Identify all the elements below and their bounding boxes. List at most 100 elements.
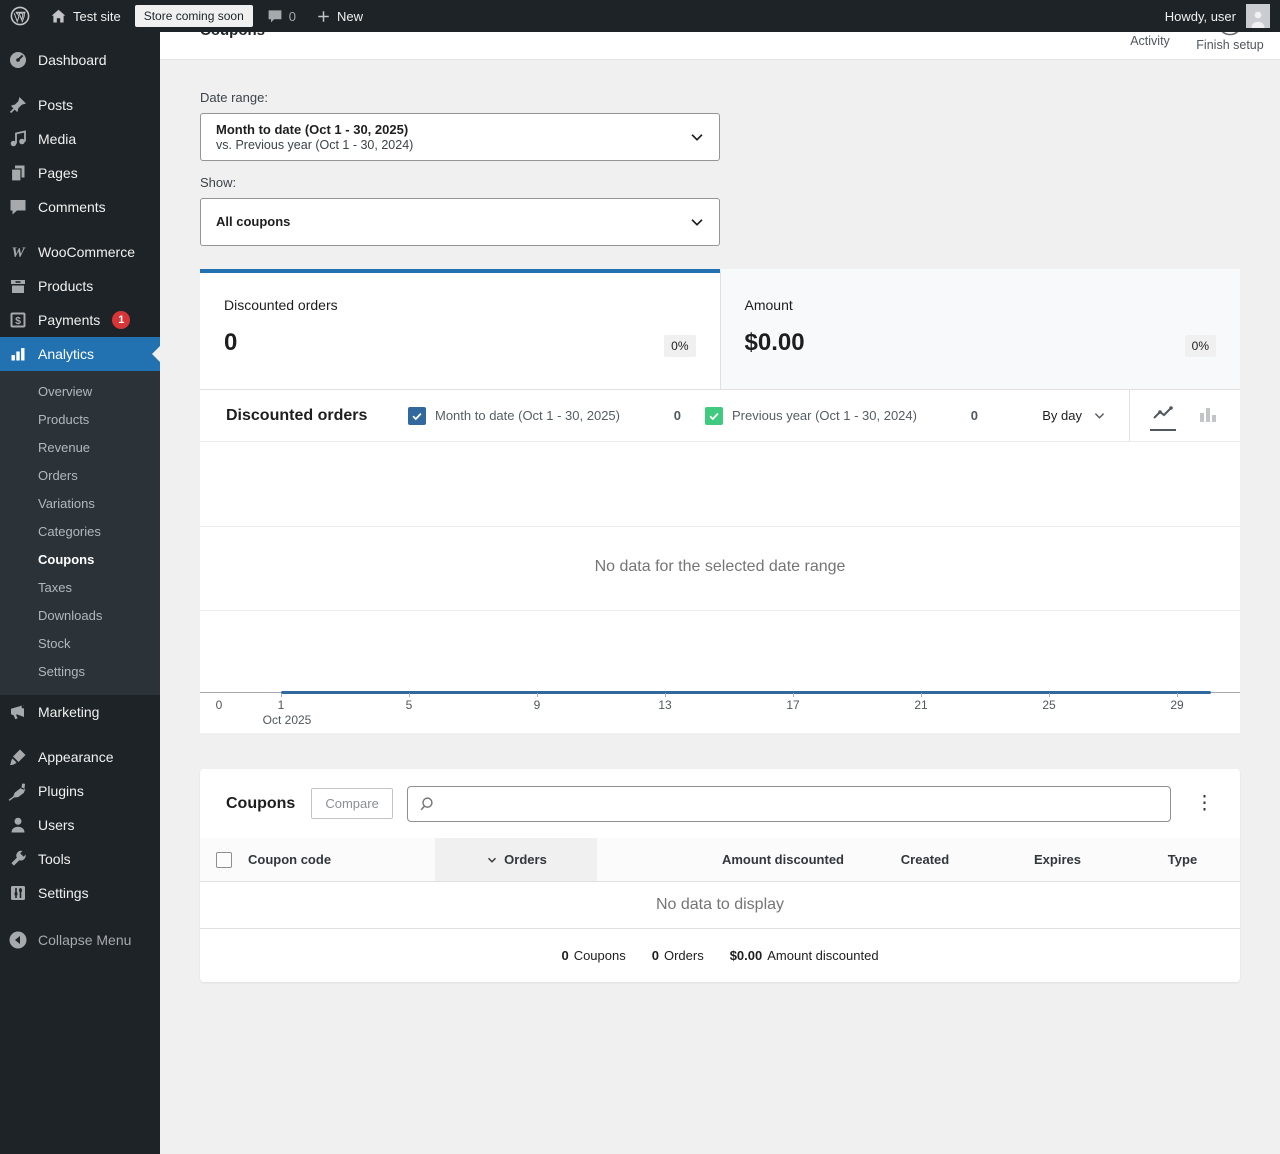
submenu-item-downloads[interactable]: Downloads [0, 602, 160, 630]
submenu-item-products[interactable]: Products [0, 406, 160, 434]
date-range-select[interactable]: Month to date (Oct 1 - 30, 2025) vs. Pre… [200, 113, 720, 161]
coupons-table-card: Coupons Compare ⋮ Coupon code Orders Amo… [200, 769, 1240, 982]
sidebar-item-posts[interactable]: Posts [0, 88, 160, 122]
comment-icon [268, 10, 282, 23]
sidebar-item-payments[interactable]: $ Payments 1 [0, 303, 160, 337]
submenu-item-variations[interactable]: Variations [0, 490, 160, 518]
sidebar-item-appearance[interactable]: Appearance [0, 740, 160, 774]
tile-amount[interactable]: Amount $0.00 0% [719, 269, 1240, 389]
sidebar-item-settings[interactable]: Settings [0, 876, 160, 910]
howdy-text: Howdy, user [1164, 8, 1236, 24]
svg-text:$: $ [15, 315, 21, 327]
line-chart-button[interactable] [1150, 401, 1176, 431]
x-tick: 29 [1170, 698, 1184, 712]
search-input[interactable] [441, 795, 1160, 812]
sidebar-item-products[interactable]: Products [0, 269, 160, 303]
table-summary: 0 Coupons 0 Orders $0.00 Amount discounted [200, 929, 1240, 982]
checkbox-checked-icon[interactable] [705, 406, 723, 425]
new-menu[interactable]: New [306, 0, 373, 32]
x-tick: 9 [533, 698, 541, 712]
select-all-checkbox[interactable] [216, 851, 232, 868]
summary-coupons: 0 Coupons [561, 948, 626, 963]
pages-icon [8, 163, 28, 183]
chart-legend: Month to date (Oct 1 - 30, 2025) 0 Previ… [408, 390, 1034, 441]
comments-menu[interactable]: 0 [257, 0, 306, 32]
submenu-item-coupons[interactable]: Coupons [0, 546, 160, 574]
submenu-item-settings[interactable]: Settings [0, 658, 160, 686]
chevron-down-icon [688, 128, 706, 146]
sidebar-item-analytics[interactable]: Analytics [0, 337, 160, 371]
pin-icon [8, 95, 28, 115]
chart-header: Discounted orders Month to date (Oct 1 -… [200, 389, 1240, 441]
bar-chart-button[interactable] [1196, 401, 1220, 431]
column-header-expires[interactable]: Expires [990, 838, 1125, 881]
dashboard-icon [8, 50, 28, 70]
column-header-type[interactable]: Type [1125, 838, 1240, 881]
column-header-created[interactable]: Created [860, 838, 990, 881]
chart-empty-message: No data for the selected date range [594, 558, 846, 575]
summary-tiles: Discounted orders 0 0% Amount $0.00 0% [200, 269, 1240, 389]
x-tick: 21 [914, 698, 928, 712]
site-name: Test site [73, 8, 121, 24]
x-tick: 17 [786, 698, 800, 712]
submenu-item-taxes[interactable]: Taxes [0, 574, 160, 602]
search-box[interactable] [406, 785, 1171, 822]
main-content: Coupons Activity Finish setup Date range… [160, 0, 1280, 982]
chevron-down-icon [688, 213, 706, 231]
column-header-coupon-code[interactable]: Coupon code [248, 838, 435, 881]
svg-text:W: W [11, 245, 26, 261]
sidebar-item-pages[interactable]: Pages [0, 156, 160, 190]
submenu-item-revenue[interactable]: Revenue [0, 434, 160, 462]
interval-select[interactable]: By day [1034, 390, 1129, 441]
sidebar-item-users[interactable]: Users [0, 808, 160, 842]
select-all-checkbox-cell [200, 838, 248, 881]
line-chart-icon [1153, 405, 1173, 419]
collapse-icon [8, 930, 28, 950]
submenu-item-overview[interactable]: Overview [0, 378, 160, 406]
show-select[interactable]: All coupons [200, 198, 720, 246]
sidebar-item-woocommerce[interactable]: W WooCommerce [0, 235, 160, 269]
submenu-item-categories[interactable]: Categories [0, 518, 160, 546]
report-filters: Date range: Month to date (Oct 1 - 30, 2… [160, 60, 1280, 246]
analytics-submenu: Overview Products Revenue Orders Variati… [0, 371, 160, 695]
analytics-chart-card: Discounted orders 0 0% Amount $0.00 0% D… [200, 269, 1240, 733]
sidebar-item-plugins[interactable]: Plugins [0, 774, 160, 808]
table-empty-message: No data to display [200, 882, 1240, 929]
new-label: New [336, 8, 363, 24]
sidebar-item-marketing[interactable]: Marketing [0, 695, 160, 729]
column-header-orders[interactable]: Orders [435, 838, 597, 881]
chart-plot-area: No data for the selected date range [200, 441, 1240, 692]
sidebar-item-media[interactable]: Media [0, 122, 160, 156]
user-icon [8, 815, 28, 835]
sidebar-item-tools[interactable]: Tools [0, 842, 160, 876]
tile-discounted-orders[interactable]: Discounted orders 0 0% [200, 269, 720, 389]
summary-amount-discounted: $0.00 Amount discounted [729, 948, 879, 963]
woocommerce-icon: W [8, 242, 28, 262]
compare-button[interactable]: Compare [311, 788, 393, 819]
megaphone-icon [8, 702, 28, 722]
collapse-menu-button[interactable]: Collapse Menu [0, 923, 160, 957]
legend-current-period[interactable]: Month to date (Oct 1 - 30, 2025) 0 [408, 406, 705, 425]
account-menu[interactable]: Howdy, user [1155, 0, 1280, 32]
x-tick: 13 [658, 698, 672, 712]
home-icon [51, 9, 66, 22]
sidebar-item-dashboard[interactable]: Dashboard [0, 43, 160, 77]
column-header-amount-discounted[interactable]: Amount discounted [597, 838, 860, 881]
x-axis-month-label: Oct 2025 [262, 713, 312, 727]
legend-previous-period[interactable]: Previous year (Oct 1 - 30, 2024) 0 [705, 406, 1002, 425]
sidebar-item-comments[interactable]: Comments [0, 190, 160, 224]
table-menu-button[interactable]: ⋮ [1187, 792, 1222, 815]
submenu-item-stock[interactable]: Stock [0, 630, 160, 658]
date-range-label: Date range: [200, 90, 268, 105]
chart-type-toggle [1129, 390, 1240, 441]
coming-soon-badge: Store coming soon [134, 5, 253, 27]
site-menu[interactable]: Test site [40, 0, 131, 32]
plugin-icon [8, 781, 28, 801]
submenu-item-orders[interactable]: Orders [0, 462, 160, 490]
checkbox-checked-icon[interactable] [408, 406, 426, 425]
table-header-row: Coupon code Orders Amount discounted Cre… [200, 838, 1240, 882]
summary-orders: 0 Orders [651, 948, 704, 963]
wordpress-logo-icon[interactable] [0, 0, 40, 32]
admin-bar: Test site Store coming soon 0 New Howdy,… [0, 0, 1280, 32]
media-icon [8, 129, 28, 149]
